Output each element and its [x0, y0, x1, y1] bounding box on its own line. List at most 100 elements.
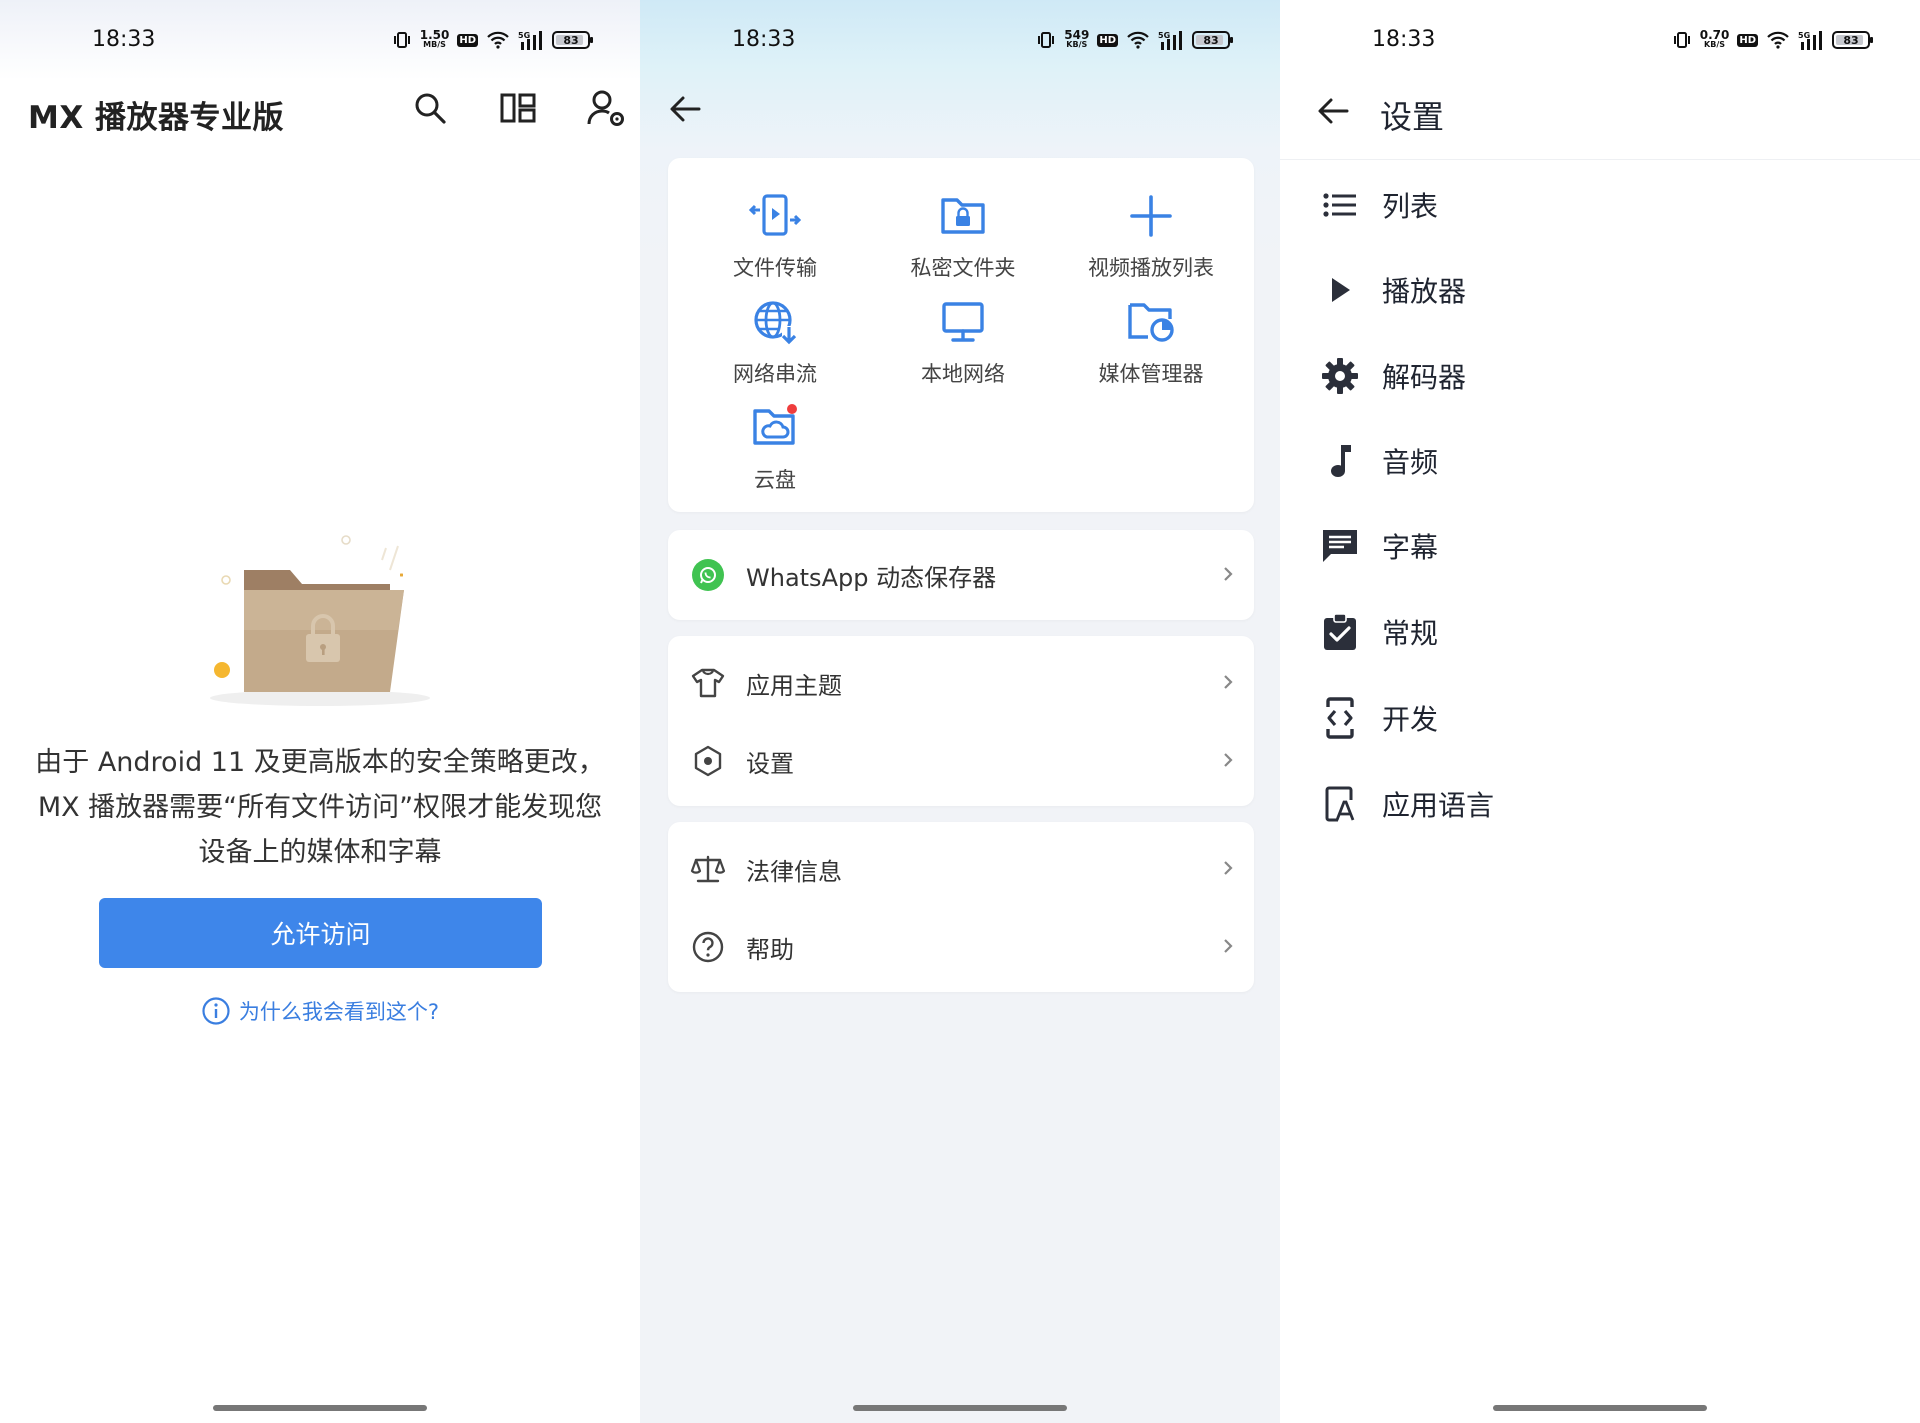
status-bar: 18:33 0.70 KB/S HD 5G 83 — [1280, 0, 1920, 80]
account-settings-icon — [587, 90, 624, 126]
network-stream-icon — [749, 296, 801, 348]
svg-text:5G: 5G — [1158, 31, 1170, 40]
layout-icon — [500, 93, 536, 123]
list-icon — [1320, 185, 1360, 225]
signal-5g-icon: 5G — [518, 30, 544, 50]
settings-item-list[interactable]: 列表 — [1320, 175, 1438, 235]
screenshot-stage: 18:33 1.50 MB/S HD 5G 83 MX 播放器专业版 由于 An… — [0, 0, 1920, 1423]
settings-header — [1280, 80, 1920, 160]
chevron-right-icon — [1224, 675, 1233, 689]
settings-label: 设置 — [746, 749, 794, 778]
main-screen: 18:33 1.50 MB/S HD 5G 83 MX 播放器专业版 由于 An… — [0, 0, 640, 1423]
legal-info-label: 法律信息 — [746, 857, 842, 886]
status-time: 18:33 — [1372, 27, 1436, 52]
settings-item-label: 播放器 — [1382, 275, 1467, 308]
app-theme-row[interactable]: 应用主题 — [668, 644, 1254, 722]
whatsapp-card: WhatsApp 动态保存器 — [668, 530, 1254, 620]
grid-item-label: 网络串流 — [733, 362, 817, 386]
settings-item-subtitles[interactable]: 字幕 — [1320, 516, 1438, 576]
wifi-icon — [486, 30, 510, 50]
network-speed-value: 549 — [1064, 28, 1090, 42]
settings-item-label: 解码器 — [1382, 361, 1467, 394]
scales-icon — [690, 851, 726, 887]
signal-5g-icon: 5G — [1798, 30, 1824, 50]
settings-item-general[interactable]: 常规 — [1320, 602, 1438, 662]
app-settings-card: 应用主题 设置 — [668, 636, 1254, 806]
help-label: 帮助 — [746, 935, 794, 964]
grid-item-network-stream[interactable]: 网络串流 — [681, 296, 869, 400]
search-button[interactable] — [410, 88, 450, 128]
settings-item-label: 开发 — [1382, 703, 1439, 736]
back-button[interactable] — [1308, 88, 1358, 134]
legal-info-row[interactable]: 法律信息 — [668, 830, 1254, 908]
status-icons: 1.50 MB/S HD 5G 83 — [392, 28, 593, 52]
home-indicator[interactable] — [853, 1405, 1067, 1411]
network-speed: 0.70 KB/S — [1699, 28, 1730, 50]
media-manager-icon — [1125, 296, 1177, 348]
grid-item-file-transfer[interactable]: 文件传输 — [681, 190, 869, 294]
file-transfer-icon — [749, 190, 801, 242]
settings-item-app-language[interactable]: 应用语言 — [1320, 774, 1494, 834]
permission-message: 由于 Android 11 及更高版本的安全策略更改，MX 播放器需要“所有文件… — [35, 747, 605, 868]
network-speed-unit: MB/S — [423, 40, 446, 49]
grid-item-media-manager[interactable]: 媒体管理器 — [1057, 296, 1245, 400]
grid-item-local-network[interactable]: 本地网络 — [869, 296, 1057, 400]
grid-item-label: 媒体管理器 — [1098, 362, 1204, 386]
local-network-icon — [937, 296, 989, 348]
status-time: 18:33 — [732, 27, 796, 52]
allow-access-button[interactable]: 允许访问 — [99, 898, 542, 968]
back-button[interactable] — [660, 84, 710, 134]
chevron-right-icon — [1224, 753, 1233, 767]
svg-text:5G: 5G — [518, 31, 530, 40]
grid-item-video-playlist[interactable]: 视频播放列表 — [1057, 190, 1245, 294]
settings-item-audio[interactable]: 音频 — [1320, 431, 1438, 491]
status-icons: 0.70 KB/S HD 5G 83 — [1672, 28, 1873, 52]
app-theme-label: 应用主题 — [746, 671, 842, 700]
settings-item-developer[interactable]: 开发 — [1320, 688, 1438, 748]
vibrate-icon — [1672, 30, 1692, 50]
layout-button[interactable] — [498, 88, 538, 128]
status-icons: 549 KB/S HD 5G 83 — [1036, 28, 1233, 52]
shirt-icon — [690, 665, 726, 701]
home-indicator[interactable] — [213, 1405, 427, 1411]
language-icon — [1320, 784, 1360, 824]
settings-item-player[interactable]: 播放器 — [1320, 260, 1466, 320]
gear-icon — [1320, 356, 1360, 396]
chevron-right-icon — [1224, 567, 1233, 581]
hd-badge: HD — [1097, 33, 1118, 47]
add-playlist-icon — [1125, 190, 1177, 242]
why-link-text: 为什么我会看到这个? — [238, 1000, 440, 1024]
network-speed: 549 KB/S — [1064, 28, 1090, 50]
grid-item-label: 云盘 — [754, 468, 796, 492]
music-note-icon — [1320, 441, 1360, 481]
battery-indicator: 83 — [1192, 31, 1233, 49]
help-icon — [690, 929, 726, 965]
vibrate-icon — [392, 30, 412, 50]
grid-item-private-folder[interactable]: 私密文件夹 — [869, 190, 1057, 294]
settings-row[interactable]: 设置 — [668, 722, 1254, 800]
vibrate-icon — [1036, 30, 1056, 50]
account-settings-button[interactable] — [586, 88, 626, 128]
settings-item-label: 字幕 — [1382, 531, 1439, 564]
battery-level: 83 — [563, 33, 579, 47]
whatsapp-saver-label: WhatsApp 动态保存器 — [746, 563, 997, 592]
settings-item-label: 列表 — [1382, 190, 1439, 223]
hd-badge: HD — [1737, 33, 1758, 47]
hd-badge: HD — [457, 33, 478, 47]
home-indicator[interactable] — [1493, 1405, 1707, 1411]
battery-level: 83 — [1843, 33, 1859, 47]
chevron-right-icon — [1224, 939, 1233, 953]
settings-item-label: 音频 — [1382, 446, 1439, 479]
grid-item-label: 本地网络 — [921, 362, 1005, 386]
settings-item-label: 常规 — [1382, 617, 1439, 650]
network-speed-value: 1.50 — [419, 28, 450, 42]
top-actions — [410, 88, 626, 128]
settings-item-decoder[interactable]: 解码器 — [1320, 346, 1466, 406]
network-speed-value: 0.70 — [1699, 28, 1730, 42]
grid-item-cloud-drive[interactable]: 云盘 — [681, 402, 869, 506]
help-row[interactable]: 帮助 — [668, 908, 1254, 986]
why-see-this-link[interactable]: 为什么我会看到这个? — [0, 996, 640, 1026]
battery-indicator: 83 — [1832, 31, 1873, 49]
whatsapp-saver-row[interactable]: WhatsApp 动态保存器 — [668, 536, 1254, 614]
play-icon — [1320, 270, 1360, 310]
